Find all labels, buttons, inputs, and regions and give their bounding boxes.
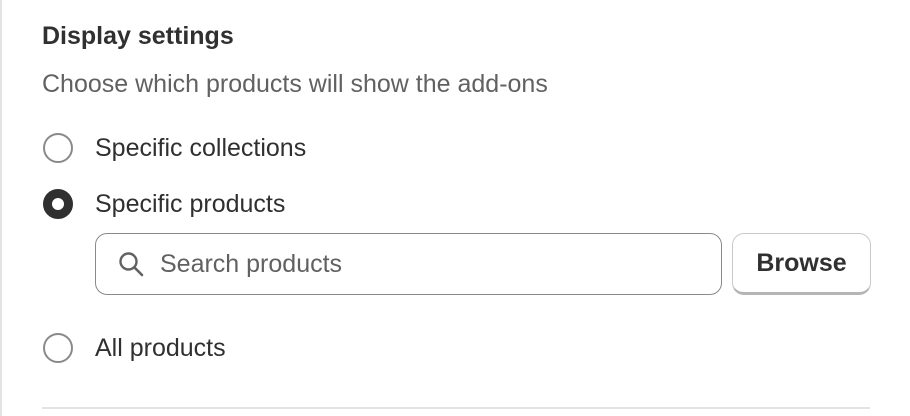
section-title: Display settings [42, 22, 234, 50]
radio-option-specific-products[interactable]: Specific products [43, 187, 285, 221]
display-settings-card: Display settings Choose which products w… [0, 0, 910, 416]
radio-label-specific-collections: Specific collections [95, 133, 307, 162]
radio-label-all-products: All products [95, 333, 226, 362]
radio-label-specific-products: Specific products [95, 189, 286, 218]
browse-button[interactable]: Browse [732, 233, 871, 295]
search-icon [119, 252, 144, 277]
radio-option-specific-collections[interactable]: Specific collections [43, 131, 306, 165]
search-input[interactable] [160, 249, 680, 279]
radio-button-specific-products[interactable] [43, 189, 73, 219]
product-search-field[interactable] [95, 233, 722, 295]
radio-option-all-products[interactable]: All products [43, 331, 226, 365]
section-divider [42, 407, 870, 409]
radio-button-all-products[interactable] [43, 333, 73, 363]
radio-button-specific-collections[interactable] [43, 133, 73, 163]
section-description: Choose which products will show the add-… [42, 70, 548, 98]
